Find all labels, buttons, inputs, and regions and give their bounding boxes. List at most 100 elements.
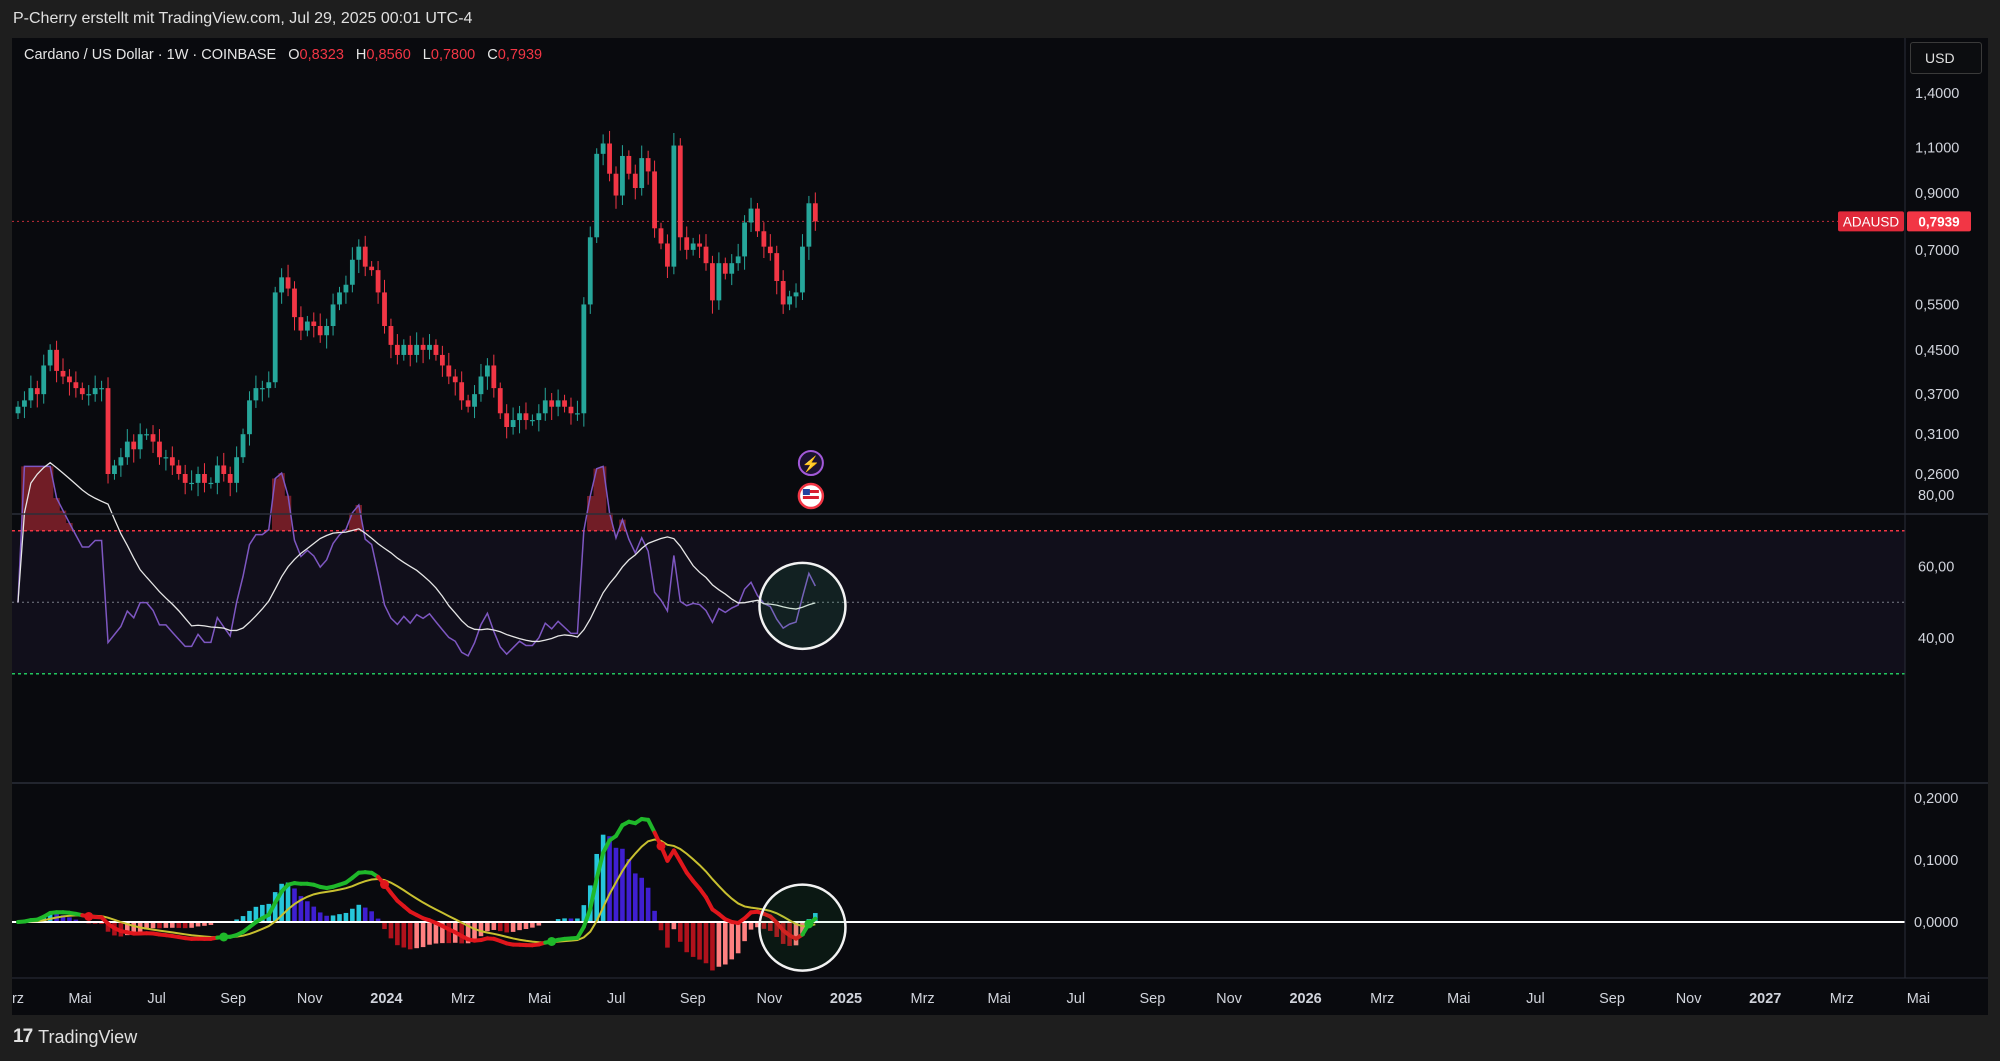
candle [452,369,458,396]
lightning-icon-glyph: ⚡ [802,455,821,473]
candle-body [626,155,632,174]
price-tick-label: 0,9000 [1915,186,1959,202]
candle-body [639,158,645,189]
candle-body [330,304,336,327]
candle-body [15,406,21,414]
macd-histogram-bar [369,911,374,922]
time-tick-label: 2025 [830,991,862,1007]
time-tick-label: Nov [1676,991,1703,1007]
candle-body [118,457,124,466]
candle-body [388,326,394,345]
candle-body [169,457,175,466]
candle-body [735,256,741,264]
candle [240,428,246,463]
candle [587,226,593,314]
price-tick-label: 0,5500 [1915,297,1959,313]
candle [169,446,175,475]
candle-body [703,246,709,264]
candle-body [131,441,137,450]
candle-body [652,171,657,229]
time-tick-label: Mrz [911,991,935,1007]
price-tick-label: 1,4000 [1915,86,1959,102]
rsi-tick-label: 40,00 [1918,631,1954,647]
candle-body [292,288,297,318]
candle-body [73,382,79,389]
candle-body [137,434,143,450]
candle [812,192,818,231]
candle-body [523,413,529,421]
candle [259,380,265,402]
time-tick-label: Jul [607,991,626,1007]
macd-histogram-bar [645,887,651,922]
candle-body [755,208,760,232]
candle [73,371,79,398]
open-label: O [288,47,300,63]
candle-body [240,434,246,458]
macd-histogram-bar [517,922,522,931]
candle-body [478,376,484,395]
macd-histogram-bar [472,922,477,941]
macd-histogram-bar [723,922,728,965]
candle-body [497,388,503,414]
rsi-tick-label: 60,00 [1918,560,1954,576]
candle-body [375,270,381,293]
candle-body [465,400,471,407]
candle-body [67,376,72,383]
time-tick-label: Sep [220,991,246,1007]
candle-body [41,365,47,395]
candle [92,375,98,402]
close-value: 0,7939 [497,47,543,63]
candle-body [382,292,387,327]
candle-body [99,388,104,390]
macd-histogram-bar [350,908,355,922]
candle [227,466,233,497]
candle-body [806,203,812,247]
time-tick-label: Sep [1599,991,1625,1007]
candle [176,459,182,480]
candle [478,363,484,402]
candle [137,423,143,459]
candle [356,239,362,274]
candle-body [112,465,117,474]
candle-body [555,400,561,407]
candle [60,358,66,385]
candle [780,270,786,314]
candle [767,234,773,261]
time-tick-label: Jul [147,991,166,1007]
candle-body [716,263,722,301]
time-tick-label: Mai [528,991,551,1007]
candle [652,160,657,238]
candle-body [317,326,323,336]
candle [626,150,632,180]
candle [298,306,304,341]
candle [568,397,574,425]
candle [234,446,240,493]
tradingview-logo[interactable]: 17 TradingView [13,1026,137,1048]
price-tick-label: 0,2600 [1915,467,1959,483]
macd-histogram-bar [677,922,683,942]
candle-body [690,243,696,250]
macd-histogram-bar [420,922,426,948]
candle [221,452,227,482]
candle [484,358,490,390]
candle [28,375,34,408]
candle [202,463,207,493]
candle-body [568,406,574,414]
chart-canvas[interactable]: ADAUSD 0,7939⚡ 0,26000,31000,37000,45000,… [0,0,2000,1061]
axes: 0,2600 0,3100 0,3700 0,4500 0,5500 0,7000 0,90… [12,38,1988,1007]
candle [684,226,690,260]
tradingview-logo-icon: 17 [13,1026,33,1047]
currency-selector[interactable]: USD [1910,42,1982,74]
candle [787,290,792,311]
candle-body [433,344,439,355]
candle [266,371,272,398]
candle [279,268,285,304]
currency-label: USD [1925,50,1955,66]
macd-histogram-bar [607,836,612,922]
macd-histogram-bar [639,877,645,922]
macd-histogram-bar [247,910,252,922]
candle-body [748,208,754,223]
candle [124,429,130,465]
candle [15,401,21,420]
candle-body [575,413,580,415]
